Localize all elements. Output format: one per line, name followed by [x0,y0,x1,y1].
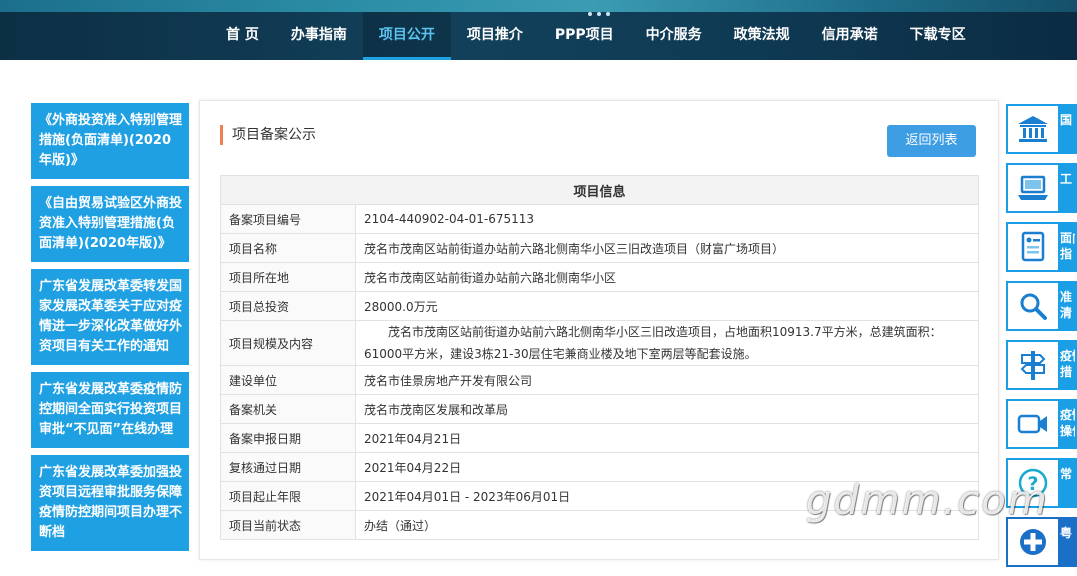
left-sidebar: 《外商投资准入特别管理措施(负面清单)(2020年版)》 《自由贸易试验区外商投… [31,103,189,558]
row-label: 备案申报日期 [220,423,356,453]
main-nav: 首 页 办事指南 项目公开 项目推介 PPP项目 中介服务 政策法规 信用承诺 … [210,12,982,60]
table-row: 项目名称 茂名市茂南区站前街道办站前六路北侧南华小区三旧改造项目（财富广场项目） [220,233,979,263]
banner-image-strip [0,0,1077,12]
row-value: 茂名市茂南区站前街道办站前六路北侧南华小区 [355,262,979,292]
quick-link-5[interactable]: 疫情 操作 [1006,399,1077,449]
quick-link-1[interactable]: 工 [1006,163,1077,213]
row-label: 复核通过日期 [220,452,356,482]
row-label: 建设单位 [220,365,356,395]
row-value: 茂名市佳景房地产开发有限公司 [355,365,979,395]
quick-link-label: 疫情 操作 [1060,408,1075,438]
quick-link-0[interactable]: 国 [1006,104,1077,154]
scale-content-text: 茂名市茂南区站前街道办站前六路北侧南华小区三旧改造项目，占地面积10913.7平… [364,325,942,361]
sidebar-link-card[interactable]: 广东省发展改革委疫情防控期间全面实行投资项目审批“不见面”在线办理 [31,372,189,448]
row-label: 项目名称 [220,233,356,263]
government-building-icon [1008,106,1058,152]
nav-download[interactable]: 下载专区 [894,12,982,60]
row-label: 项目所在地 [220,262,356,292]
row-label: 备案机关 [220,394,356,424]
sidebar-link-card[interactable]: 广东省发展改革委转发国家发展改革委关于应对疫情进一步深化改革做好外资项目有关工作… [31,269,189,365]
row-value: 2104-440902-04-01-675113 [355,204,979,234]
sidebar-link-card[interactable]: 《自由贸易试验区外商投资准入特别管理措施(负面清单)(2020年版)》 [31,186,189,262]
quick-link-2[interactable]: 面向 指 [1006,222,1077,272]
quick-link-label: 常 [1060,467,1073,481]
nav-credit[interactable]: 信用承诺 [806,12,894,60]
table-row: 项目总投资 28000.0万元 [220,291,979,321]
search-icon [1008,283,1058,329]
nav-guide[interactable]: 办事指南 [275,12,363,60]
panel-title: 项目备案公示 [220,125,316,145]
row-label: 项目总投资 [220,291,356,321]
row-value: 28000.0万元 [355,291,979,321]
medical-cross-icon [1008,519,1058,565]
watermark: gdmm.com [806,478,1049,524]
nav-intermediary[interactable]: 中介服务 [630,12,718,60]
nav-project-promotion[interactable]: 项目推介 [451,12,539,60]
top-banner: 首 页 办事指南 项目公开 项目推介 PPP项目 中介服务 政策法规 信用承诺 … [0,0,1077,60]
quick-link-label: 面向 指 [1060,231,1075,261]
laptop-icon [1008,165,1058,211]
back-to-list-button[interactable]: 返回列表 [887,125,976,157]
quick-link-label: 疫情 措 [1060,349,1075,379]
quick-link-3[interactable]: 准 清 [1006,281,1077,331]
quick-link-label: 国 [1060,113,1073,127]
document-list-icon [1008,224,1058,270]
row-label: 项目起止年限 [220,481,356,511]
nav-home[interactable]: 首 页 [210,12,275,60]
quick-link-label: 粤 [1060,526,1073,540]
sidebar-link-card[interactable]: 《外商投资准入特别管理措施(负面清单)(2020年版)》 [31,103,189,179]
nav-ppp[interactable]: PPP项目 [539,12,630,60]
row-value: 茂名市茂南区站前街道办站前六路北侧南华小区三旧改造项目（财富广场项目） [355,233,979,263]
table-header: 项目信息 [220,175,979,205]
row-label: 项目当前状态 [220,510,356,540]
quick-link-4[interactable]: 疫情 措 [1006,340,1077,390]
quick-link-label: 准 清 [1060,290,1073,320]
quick-link-label: 工 [1060,172,1073,186]
row-label: 项目规模及内容 [220,320,356,366]
sidebar-link-card[interactable]: 广东省发展改革委加强投资项目远程审批服务保障疫情防控期间项目办理不断档 [31,455,189,551]
nav-policy[interactable]: 政策法规 [718,12,806,60]
table-row: 备案项目编号 2104-440902-04-01-675113 [220,204,979,234]
table-row: 备案申报日期 2021年04月21日 [220,423,979,453]
row-value: 2021年04月21日 [355,423,979,453]
table-row: 备案机关 茂名市茂南区发展和改革局 [220,394,979,424]
table-row: 项目所在地 茂名市茂南区站前街道办站前六路北侧南华小区 [220,262,979,292]
row-label: 备案项目编号 [220,204,356,234]
table-row: 建设单位 茂名市佳景房地产开发有限公司 [220,365,979,395]
row-value: 茂名市茂南区站前街道办站前六路北侧南华小区三旧改造项目，占地面积10913.7平… [355,320,979,366]
row-value: 茂名市茂南区发展和改革局 [355,394,979,424]
table-row: 项目规模及内容 茂名市茂南区站前街道办站前六路北侧南华小区三旧改造项目，占地面积… [220,320,979,366]
nav-project-disclosure[interactable]: 项目公开 [362,12,451,60]
video-camera-icon [1008,401,1058,447]
signpost-icon [1008,342,1058,388]
